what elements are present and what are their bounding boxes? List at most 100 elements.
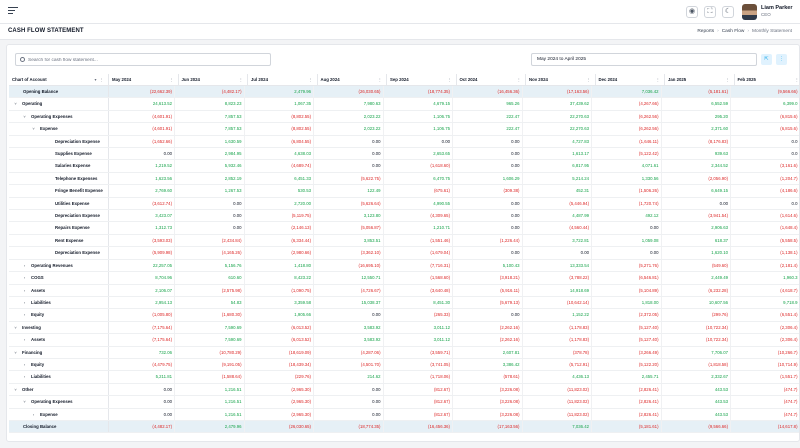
chevron-down-icon[interactable]: ˅	[13, 98, 18, 109]
row-label-equity[interactable]: › Equity	[9, 358, 109, 371]
row-label-operating[interactable]: ˅ Operating	[9, 98, 109, 110]
row-label-repairs-expense[interactable]: Repairs Expense	[9, 222, 109, 234]
row-label-operating-revenues[interactable]: › Operating Revenues	[9, 259, 109, 272]
row-label-investing[interactable]: ˅ Investing	[9, 321, 109, 334]
chevron-right-icon[interactable]: ›	[22, 371, 27, 382]
table-row[interactable]: ˅ Expense (4,601.91) 7,857.53 (8,802.55) 2,02…	[9, 123, 799, 136]
column-header-chart-of-account[interactable]: Chart of Account ▾ ⋮	[9, 74, 109, 86]
row-label-depreciation-expense[interactable]: Depreciation Expense	[9, 135, 109, 148]
table-row[interactable]: ˅ Operating 24,613.52 8,823.23 1,067.35 7,980…	[9, 98, 799, 111]
table-row[interactable]: Repairs Expense 1,312.73 0.00 (2,146.13) (5,…	[9, 222, 799, 235]
chevron-down-icon[interactable]: ˅	[31, 123, 36, 134]
table-row[interactable]: › Equity (4,479.75) (9,191.05) (18,439.34) (4…	[9, 358, 799, 372]
column-header-may-2024[interactable]: May 2024 ⋮	[109, 74, 179, 86]
row-label-expense[interactable]: › Expense	[9, 408, 109, 420]
table-row[interactable]: Closing Balance (4,482.17) 2,479.96 (26,030…	[9, 420, 799, 434]
row-label-depreciation-expense[interactable]: Depreciation Expense	[9, 247, 109, 259]
row-label-supplies-expense[interactable]: Supplies Expense	[9, 148, 109, 160]
expand-all-icon[interactable]: ⇱	[761, 54, 772, 65]
row-label-operating-expenses[interactable]: ˅ Operating Expenses	[9, 396, 109, 408]
column-header-dec-2024[interactable]: Dec 2024 ⋮	[596, 74, 665, 86]
column-menu-icon[interactable]: ⋮	[447, 74, 452, 86]
column-menu-icon[interactable]: ⋮	[517, 74, 522, 86]
column-header-sep-2024[interactable]: Sep 2024 ⋮	[387, 74, 457, 86]
table-row[interactable]: › Assets 2,106.07 (2,575.98) (1,090.75) (4,72…	[9, 284, 799, 297]
chevron-right-icon[interactable]: ›	[22, 334, 27, 345]
table-row[interactable]: › Liabilities 5,211.81 (1,588.64) (229.76) 21…	[9, 371, 799, 384]
row-label-liabilities[interactable]: › Liabilities	[9, 371, 109, 383]
bell-icon[interactable]: ◉	[686, 6, 698, 18]
column-menu-icon[interactable]: ⋮	[239, 74, 244, 86]
column-menu-icon[interactable]: ⋮	[378, 74, 383, 86]
column-header-jul-2024[interactable]: Jul 2024 ⋮	[248, 74, 318, 86]
chevron-right-icon[interactable]: ›	[22, 285, 27, 296]
table-row[interactable]: Rent Expense (3,593.03) (2,434.84) (6,334.4…	[9, 234, 799, 248]
filter-sort-icon[interactable]: ▾ ⋮	[95, 74, 105, 86]
table-row[interactable]: › Liabilities 2,954.13 54.83 3,359.58 15,038.…	[9, 296, 799, 310]
row-label-rent-expense[interactable]: Rent Expense	[9, 234, 109, 247]
chevron-right-icon[interactable]: ›	[22, 359, 27, 370]
row-label-liabilities[interactable]: › Liabilities	[9, 296, 109, 309]
column-menu-icon[interactable]: ⋮	[308, 74, 313, 86]
column-menu-icon[interactable]: ⋮	[656, 74, 661, 86]
date-range-picker[interactable]: May 2024 to April 2025	[531, 53, 757, 66]
table-row[interactable]: Depreciation Expense 3,423.07 0.00 (5,119.7…	[9, 210, 799, 223]
breadcrumb-cash-flow[interactable]: Cash Flow	[722, 29, 745, 34]
table-row[interactable]: ˅ Financing 732.06 (10,780.29) (18,619.09) (4…	[9, 346, 799, 359]
chevron-right-icon[interactable]: ›	[22, 272, 27, 283]
column-menu-icon[interactable]: ⋮	[795, 74, 799, 86]
table-row[interactable]: › Equity (1,005.80) (1,680.30) 1,905.66 0.00(…	[9, 309, 799, 322]
row-label-cogs[interactable]: › COGS	[9, 272, 109, 284]
search-input[interactable]	[28, 55, 268, 65]
table-row[interactable]: Depreciation Expense (1,652.66) 1,630.59 (6…	[9, 135, 799, 149]
column-header-aug-2024[interactable]: Aug 2024 ⋮	[318, 74, 387, 86]
search-box[interactable]	[15, 53, 271, 66]
breadcrumb-reports[interactable]: Reports	[697, 29, 714, 34]
row-label-equity[interactable]: › Equity	[9, 309, 109, 321]
table-row[interactable]: Utilities Expense (3,612.74) 0.00 2,720.00(…	[9, 197, 799, 211]
row-label-expense[interactable]: ˅ Expense	[9, 123, 109, 135]
row-label-operating-expenses[interactable]: ˅ Operating Expenses	[9, 110, 109, 123]
table-row[interactable]: ˅ Other 0.00 1,216.51 (2,965.30) 0.00 (812.67)…	[9, 383, 799, 397]
more-options-icon[interactable]: ⋮	[776, 54, 787, 65]
table-row[interactable]: Supplies Expense 0.00 2,984.95 4,638.03 0.00…	[9, 148, 799, 161]
table-row[interactable]: Salaries Expense 1,219.52 5,932.46 (4,689.7…	[9, 160, 799, 173]
table-row[interactable]: Depreciation Expense (5,909.98) (4,165.26)…	[9, 247, 799, 260]
table-row[interactable]: ˅ Investing (7,175.64) 7,590.69 (6,013.52) 3,…	[9, 321, 799, 335]
chevron-right-icon[interactable]: ›	[22, 297, 27, 308]
table-row[interactable]: › Assets (7,175.64) 7,590.69 (6,013.52) 3,583…	[9, 334, 799, 347]
table-row[interactable]: › Operating Revenues 22,257.05 5,156.76 1,41…	[9, 259, 799, 273]
row-label-telephone-expenses[interactable]: Telephone Expenses	[9, 172, 109, 185]
column-menu-icon[interactable]: ⋮	[169, 74, 174, 86]
table-row[interactable]: Opening Balance (22,662.39) (4,482.17) 2,47…	[9, 86, 799, 99]
table-row[interactable]: ˅ Operating Expenses (4,601.91) 7,857.53 (8,…	[9, 110, 799, 124]
chevron-right-icon[interactable]: ›	[31, 409, 36, 420]
row-label-fringe-benefit-expense[interactable]: Fringe Benefit Expense	[9, 185, 109, 197]
chevron-right-icon[interactable]: ›	[22, 309, 27, 320]
row-label-closing-balance[interactable]: Closing Balance	[9, 420, 109, 433]
chevron-down-icon[interactable]: ˅	[22, 111, 27, 122]
column-header-feb-2025[interactable]: Feb 2025 ⋮	[735, 74, 800, 86]
row-label-other[interactable]: ˅ Other	[9, 383, 109, 396]
chevron-right-icon[interactable]: ›	[22, 260, 27, 271]
moon-icon[interactable]: ☾	[722, 6, 734, 18]
table-row[interactable]: ˅ Operating Expenses 0.00 1,216.51 (2,965.30…	[9, 396, 799, 409]
expand-icon[interactable]: ⛶	[704, 6, 716, 18]
chevron-down-icon[interactable]: ˅	[22, 396, 27, 407]
user-name[interactable]: Liam Parker	[761, 5, 793, 11]
column-header-jun-2024[interactable]: Jun 2024 ⋮	[179, 74, 248, 86]
chevron-down-icon[interactable]: ˅	[13, 347, 18, 358]
row-label-assets[interactable]: › Assets	[9, 284, 109, 296]
chevron-down-icon[interactable]: ˅	[13, 322, 18, 333]
row-label-utilities-expense[interactable]: Utilities Expense	[9, 197, 109, 210]
column-menu-icon[interactable]: ⋮	[725, 74, 730, 86]
column-header-nov-2024[interactable]: Nov 2024 ⋮	[526, 74, 596, 86]
table-row[interactable]: › COGS 8,704.96 610.60 8,423.22 12,550.71 (1,5…	[9, 272, 799, 285]
row-label-assets[interactable]: › Assets	[9, 334, 109, 346]
column-header-oct-2024[interactable]: Oct 2024 ⋮	[457, 74, 526, 86]
row-label-depreciation-expense[interactable]: Depreciation Expense	[9, 210, 109, 222]
table-row[interactable]: Fringe Benefit Expense 2,769.60 1,267.53 53…	[9, 185, 799, 198]
chevron-down-icon[interactable]: ˅	[13, 384, 18, 395]
row-label-opening-balance[interactable]: Opening Balance	[9, 86, 109, 98]
table-row[interactable]: Telephone Expenses 1,623.56 2,852.19 6,451.…	[9, 172, 799, 186]
